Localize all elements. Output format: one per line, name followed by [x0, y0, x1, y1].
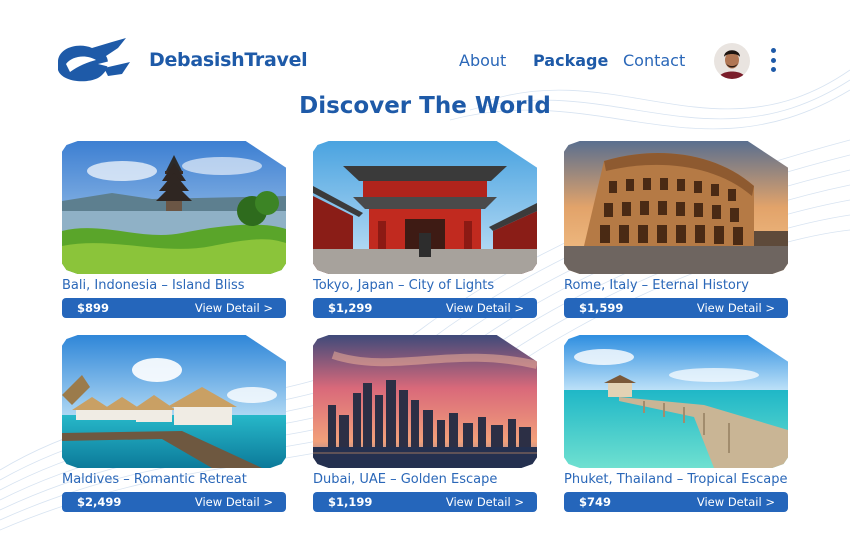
view-detail-button[interactable]: View Detail > — [697, 301, 775, 315]
package-title[interactable]: Bali, Indonesia – Island Bliss — [62, 278, 286, 293]
package-card-dubai[interactable]: Dubai, UAE – Golden Escape $1,199 View D… — [313, 335, 537, 512]
package-action-bar[interactable]: $899 View Detail > — [62, 298, 286, 318]
view-detail-button[interactable]: View Detail > — [697, 495, 775, 509]
package-action-bar[interactable]: $2,499 View Detail > — [62, 492, 286, 512]
package-title[interactable]: Maldives – Romantic Retreat — [62, 472, 286, 487]
package-price: $899 — [77, 301, 110, 315]
package-title[interactable]: Dubai, UAE – Golden Escape — [313, 472, 537, 487]
package-price: $1,199 — [328, 495, 373, 509]
bali-temple-photo[interactable] — [62, 141, 286, 274]
package-card-bali[interactable]: Bali, Indonesia – Island Bliss $899 View… — [62, 141, 286, 318]
view-detail-button[interactable]: View Detail > — [195, 495, 273, 509]
maldives-villas-photo[interactable] — [62, 335, 286, 468]
view-detail-button[interactable]: View Detail > — [446, 495, 524, 509]
package-action-bar[interactable]: $1,599 View Detail > — [564, 298, 788, 318]
package-card-phuket[interactable]: Phuket, Thailand – Tropical Escape $749 … — [564, 335, 788, 512]
package-action-bar[interactable]: $1,199 View Detail > — [313, 492, 537, 512]
view-detail-button[interactable]: View Detail > — [195, 301, 273, 315]
phuket-pier-photo[interactable] — [564, 335, 788, 468]
package-card-tokyo[interactable]: Tokyo, Japan – City of Lights $1,299 Vie… — [313, 141, 537, 318]
package-title[interactable]: Phuket, Thailand – Tropical Escape — [564, 472, 788, 487]
package-price: $2,499 — [77, 495, 122, 509]
rome-colosseum-photo[interactable] — [564, 141, 788, 274]
package-price: $1,299 — [328, 301, 373, 315]
package-price: $1,599 — [579, 301, 624, 315]
package-price: $749 — [579, 495, 612, 509]
dubai-skyline-photo[interactable] — [313, 335, 537, 468]
package-grid: Bali, Indonesia – Island Bliss $899 View… — [0, 0, 850, 540]
package-card-maldives[interactable]: Maldives – Romantic Retreat $2,499 View … — [62, 335, 286, 512]
package-title[interactable]: Rome, Italy – Eternal History — [564, 278, 788, 293]
view-detail-button[interactable]: View Detail > — [446, 301, 524, 315]
package-title[interactable]: Tokyo, Japan – City of Lights — [313, 278, 537, 293]
tokyo-temple-photo[interactable] — [313, 141, 537, 274]
package-action-bar[interactable]: $1,299 View Detail > — [313, 298, 537, 318]
package-action-bar[interactable]: $749 View Detail > — [564, 492, 788, 512]
package-card-rome[interactable]: Rome, Italy – Eternal History $1,599 Vie… — [564, 141, 788, 318]
